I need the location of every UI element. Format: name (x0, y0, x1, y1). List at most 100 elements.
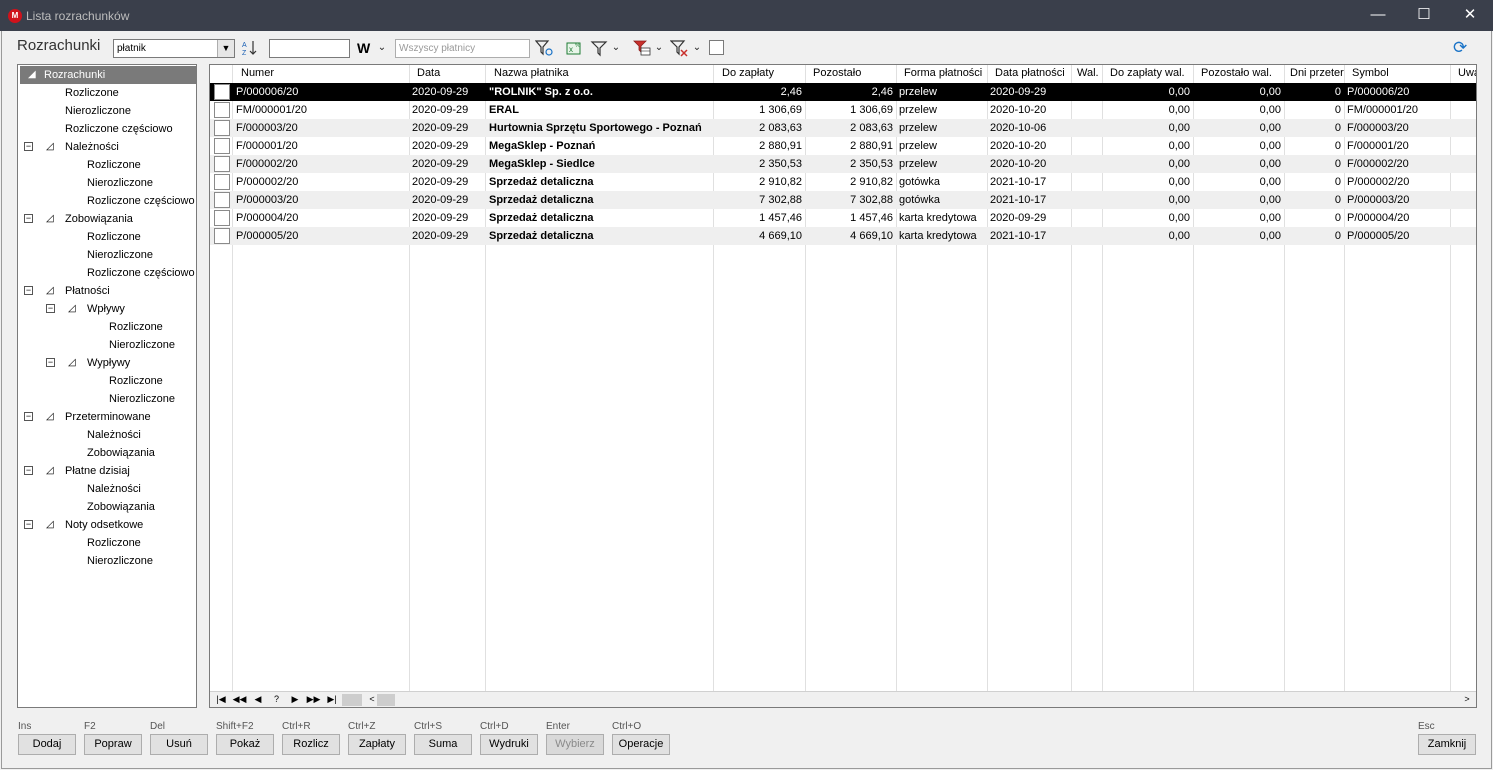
tree-item[interactable]: − ◿ Zobowiązania (18, 210, 196, 228)
table-row[interactable]: P/000003/20 2020-09-29 Sprzedaż detaliczna… (210, 191, 1476, 209)
collapse-icon[interactable]: − (46, 358, 55, 367)
column-header[interactable]: Symbol (1352, 67, 1450, 83)
tree-item[interactable]: Nierozliczone (18, 246, 196, 264)
tree-item[interactable]: Rozliczone częściowo (18, 120, 196, 138)
tree-item[interactable]: Rozliczone (18, 228, 196, 246)
column-header[interactable]: Data (417, 67, 485, 83)
filter-icon[interactable] (590, 39, 608, 57)
clear-filter-icon[interactable] (669, 39, 688, 57)
tree-item[interactable]: Nierozliczone (18, 174, 196, 192)
row-checkbox[interactable] (214, 102, 230, 118)
horizontal-scrollbar-thumb[interactable] (377, 694, 395, 706)
tree-item[interactable]: − ◿ Wpływy (18, 300, 196, 318)
column-header[interactable]: Do zapłaty wal. (1110, 67, 1193, 83)
operacje-button[interactable]: Operacje (612, 734, 670, 755)
scrollbar-track[interactable] (342, 694, 362, 706)
scroll-right-icon[interactable]: > (1458, 692, 1476, 707)
row-checkbox[interactable] (214, 84, 230, 100)
collapse-icon[interactable]: − (24, 214, 33, 223)
column-header[interactable]: Data płatności (995, 67, 1071, 83)
popraw-button[interactable]: Popraw (84, 734, 142, 755)
column-header[interactable]: Pozostało (813, 67, 896, 83)
row-checkbox[interactable] (214, 138, 230, 154)
table-row[interactable]: F/000002/20 2020-09-29 MegaSklep - Siedlce… (210, 155, 1476, 173)
tree-item[interactable]: Zobowiązania (18, 498, 196, 516)
column-header[interactable]: Do zapłaty (722, 67, 805, 83)
collapse-icon[interactable]: − (24, 286, 33, 295)
column-header[interactable]: Wal. (1077, 67, 1102, 83)
chevron-down-icon[interactable]: ⌄ (375, 39, 389, 57)
tree-item[interactable]: Nierozliczone (18, 390, 196, 408)
table-row[interactable]: P/000002/20 2020-09-29 Sprzedaż detaliczna… (210, 173, 1476, 191)
chevron-down-icon[interactable]: ⌄ (691, 39, 703, 57)
next-record-icon[interactable]: ▶ (286, 692, 304, 707)
toolbar-checkbox[interactable] (709, 40, 724, 55)
next-page-icon[interactable]: ▶▶ (305, 692, 323, 707)
prev-record-icon[interactable]: ◀ (249, 692, 267, 707)
collapse-icon[interactable]: − (46, 304, 55, 313)
table-row[interactable]: P/000004/20 2020-09-29 Sprzedaż detaliczna… (210, 209, 1476, 227)
row-checkbox[interactable] (214, 192, 230, 208)
column-header[interactable]: Dni przeter (1290, 67, 1344, 83)
usu--button[interactable]: Usuń (150, 734, 208, 755)
chevron-down-icon[interactable]: ⌄ (610, 39, 622, 57)
excel-export-icon[interactable]: x % (564, 39, 582, 57)
poka--button[interactable]: Pokaż (216, 734, 274, 755)
tree-item[interactable]: − ◿ Należności (18, 138, 196, 156)
close-button[interactable]: Zamknij (1418, 734, 1476, 755)
column-header[interactable]: Uwa (1458, 67, 1476, 83)
row-checkbox[interactable] (214, 174, 230, 190)
tree-item[interactable]: Rozliczone (18, 84, 196, 102)
tree-item[interactable]: Nierozliczone (18, 102, 196, 120)
table-row[interactable]: F/000001/20 2020-09-29 MegaSklep - Poznań 2… (210, 137, 1476, 155)
tree-item[interactable]: Rozliczone (18, 372, 196, 390)
close-window-button[interactable]: ✕ (1447, 0, 1493, 31)
tree-item[interactable]: Rozliczone (18, 534, 196, 552)
collapse-icon[interactable]: − (24, 466, 33, 475)
tree-item[interactable]: Zobowiązania (18, 444, 196, 462)
payers-input[interactable]: Wszyscy płatnicy (395, 39, 530, 58)
tree-item[interactable]: Należności (18, 480, 196, 498)
help-icon[interactable]: ? (268, 692, 286, 707)
tree-item[interactable]: − ◿ Wypływy (18, 354, 196, 372)
tree-item[interactable]: − ◿ Przeterminowane (18, 408, 196, 426)
column-header[interactable]: Pozostało wal. (1201, 67, 1284, 83)
maximize-button[interactable]: ☐ (1401, 0, 1447, 31)
last-record-icon[interactable]: ▶| (323, 692, 341, 707)
tree-item[interactable]: Rozliczone (18, 318, 196, 336)
tree-item-root[interactable]: ◢ Rozrachunki (20, 66, 196, 84)
tree-item[interactable]: Rozliczone częściowo (18, 264, 196, 282)
wydruki-button[interactable]: Wydruki (480, 734, 538, 755)
tree-item[interactable]: Nierozliczone (18, 336, 196, 354)
tree-item[interactable]: Rozliczone częściowo (18, 192, 196, 210)
row-checkbox[interactable] (214, 120, 230, 136)
column-header[interactable]: Forma płatności (904, 67, 987, 83)
wybierz-button[interactable]: Wybierz (546, 734, 604, 755)
tree-item[interactable]: − ◿ Noty odsetkowe (18, 516, 196, 534)
column-filter-icon[interactable] (633, 39, 651, 57)
chevron-down-icon[interactable]: ⌄ (653, 39, 665, 57)
suma-button[interactable]: Suma (414, 734, 472, 755)
tree-item[interactable]: Nierozliczone (18, 552, 196, 570)
rozlicz-button[interactable]: Rozlicz (282, 734, 340, 755)
minimize-button[interactable]: — (1355, 0, 1401, 31)
tree-item[interactable]: − ◿ Płatne dzisiaj (18, 462, 196, 480)
column-header[interactable]: Numer (241, 67, 409, 83)
payer-filter-icon[interactable] (534, 39, 553, 57)
refresh-icon[interactable]: ⟳ (1453, 38, 1473, 58)
sort-field-combo[interactable]: płatnik ▼ (113, 39, 235, 58)
row-checkbox[interactable] (214, 156, 230, 172)
table-row[interactable]: P/000005/20 2020-09-29 Sprzedaż detaliczna… (210, 227, 1476, 245)
prev-page-icon[interactable]: ◀◀ (231, 692, 249, 707)
tree-item[interactable]: − ◿ Płatności (18, 282, 196, 300)
row-checkbox[interactable] (214, 228, 230, 244)
first-record-icon[interactable]: |◀ (212, 692, 230, 707)
search-input[interactable] (269, 39, 350, 58)
dodaj-button[interactable]: Dodaj (18, 734, 76, 755)
table-row[interactable]: FM/000001/20 2020-09-29 ERAL 1 306,69 1 306,… (210, 101, 1476, 119)
tree-item[interactable]: Rozliczone (18, 156, 196, 174)
tree-item[interactable]: Należności (18, 426, 196, 444)
chevron-down-icon[interactable]: ▼ (217, 40, 234, 57)
collapse-icon[interactable]: − (24, 520, 33, 529)
row-checkbox[interactable] (214, 210, 230, 226)
